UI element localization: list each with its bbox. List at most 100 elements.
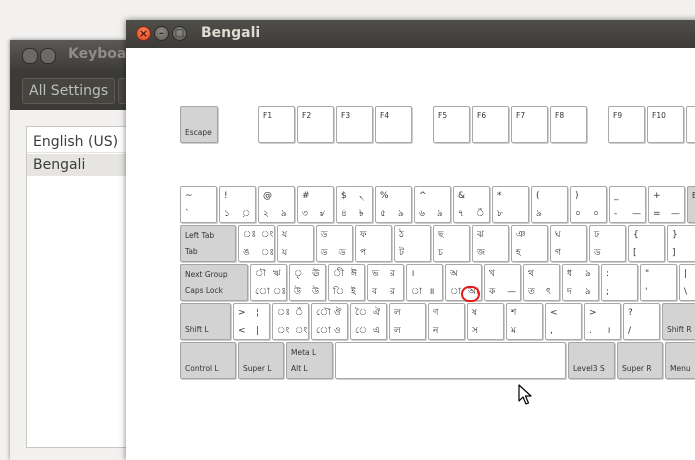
key-label: Meta L (291, 348, 317, 357)
key-backspace[interactable]: Ba (687, 186, 695, 223)
key-glyph: ৩ (302, 209, 308, 219)
key-0[interactable]: ) ০ ০ (570, 186, 607, 223)
background-close-icon[interactable] (22, 48, 38, 64)
key-glyph: ৯ (281, 209, 287, 219)
key-super-left[interactable]: Super L (238, 342, 284, 379)
key-super-right[interactable]: Super R (617, 342, 663, 379)
key-caps-lock[interactable]: Next Group Caps Lock (180, 264, 248, 301)
key-menu[interactable]: Menu (665, 342, 695, 379)
key-equals[interactable]: + = — (648, 186, 685, 223)
key-control-left[interactable]: Control L (180, 342, 236, 379)
maximize-icon[interactable]: □ (172, 26, 187, 41)
key-6[interactable]: ^ ৬ ৯ (414, 186, 451, 223)
key-7[interactable]: & ৭ ঁ (453, 186, 490, 223)
background-minimize-icon[interactable] (40, 48, 56, 64)
key-less-than[interactable]: > ¦ < | (233, 303, 270, 340)
key-k[interactable]: থ ত ৎ (523, 264, 560, 301)
key-9[interactable]: ( ৯ (531, 186, 568, 223)
key-shift-left[interactable]: Shift L (180, 303, 231, 340)
key-glyph: খ (489, 269, 495, 279)
minimize-icon[interactable]: – (154, 26, 169, 41)
key-f9[interactable]: F9 (608, 106, 645, 143)
key-glyph: ৯ (536, 209, 542, 219)
key-label: Left Tab (185, 231, 215, 240)
key-w[interactable]: য য (277, 225, 314, 262)
key-p[interactable]: ঢ ড (589, 225, 626, 262)
key-2[interactable]: @ ২ ৯ (258, 186, 295, 223)
key-glyph: ¦ (256, 308, 260, 318)
key-t[interactable]: ঠ ট (394, 225, 431, 262)
key-z[interactable]: ঃ ঁ ং ং (272, 303, 309, 340)
key-f5[interactable]: F5 (433, 106, 470, 143)
key-alt-left[interactable]: Meta L Alt L (286, 342, 333, 379)
key-glyph: ৈ (355, 308, 368, 318)
key-i[interactable]: ঞ হ (511, 225, 548, 262)
key-c[interactable]: ৈ ঐ ে এ (350, 303, 387, 340)
key-m[interactable]: শ ম (506, 303, 543, 340)
key-y[interactable]: ছ চ (433, 225, 470, 262)
key-5[interactable]: % ৫ ৯ (375, 186, 412, 223)
key-space[interactable] (335, 342, 566, 379)
key-f1[interactable]: F1 (258, 106, 295, 143)
key-d[interactable]: ী ঈ ি ই (328, 264, 365, 301)
key-grave[interactable]: ~ ` (180, 186, 217, 223)
all-settings-button[interactable]: All Settings (22, 78, 116, 104)
key-j[interactable]: খ ক — (484, 264, 521, 301)
key-glyph: # (302, 191, 310, 201)
key-minus[interactable]: _ - — (609, 186, 646, 223)
key-glyph: া (411, 287, 423, 297)
key-f10[interactable]: F10 (647, 106, 684, 143)
key-8[interactable]: * ৮ (492, 186, 529, 223)
key-b[interactable]: ণ ন (428, 303, 465, 340)
key-label: F2 (302, 111, 312, 120)
key-escape[interactable]: Escape (180, 106, 218, 143)
key-level3-shift[interactable]: Level3 S (568, 342, 615, 379)
key-glyph: > (238, 308, 246, 318)
key-shift-right[interactable]: Shift R (662, 303, 695, 340)
key-f[interactable]: ভ র ব র (367, 264, 404, 301)
key-x[interactable]: ৌ ঔ ো ও (311, 303, 348, 340)
key-label: Escape (185, 128, 212, 137)
key-glyph: ঁ (476, 209, 485, 219)
key-o[interactable]: ঘ গ (550, 225, 587, 262)
key-bracket-right[interactable]: } ] (667, 225, 695, 262)
key-glyph: ৎ (546, 287, 551, 297)
key-a[interactable]: ৗ ঋ ো ঃ (250, 264, 287, 301)
key-f6[interactable]: F6 (472, 106, 509, 143)
key-f7[interactable]: F7 (511, 106, 548, 143)
key-f4[interactable]: F4 (375, 106, 412, 143)
close-icon[interactable]: × (136, 26, 151, 41)
key-n[interactable]: ষ স (467, 303, 504, 340)
key-slash[interactable]: ? / (623, 303, 660, 340)
key-label: F1 (263, 111, 273, 120)
key-glyph: - (614, 209, 618, 219)
key-period[interactable]: > . । (584, 303, 621, 340)
key-backslash[interactable]: | \ (679, 264, 695, 301)
key-q[interactable]: ঃ ং ঙ ঃ (238, 225, 275, 262)
key-4[interactable]: $ ৲ ৪ ৳ (336, 186, 373, 223)
key-l[interactable]: ধ ৯ দ ৯ (562, 264, 599, 301)
key-r[interactable]: ফ প (355, 225, 392, 262)
key-apostrophe[interactable]: " ' (640, 264, 677, 301)
key-tab[interactable]: Left Tab Tab (180, 225, 236, 262)
key-glyph: চ (438, 248, 443, 258)
key-e[interactable]: ড ড ড (316, 225, 353, 262)
key-f2[interactable]: F2 (297, 106, 334, 143)
key-u[interactable]: ঝ জ (472, 225, 509, 262)
key-f8[interactable]: F8 (550, 106, 587, 143)
key-3[interactable]: # ৩ ৶ (297, 186, 334, 223)
key-s[interactable]: ৃ ঊ উ উ (289, 264, 326, 301)
key-glyph: ঢ (594, 230, 600, 240)
window-titlebar[interactable]: × – □ Bengali (126, 20, 695, 48)
key-glyph: ' (645, 287, 648, 297)
key-1[interactable]: ! ১ ় (219, 186, 256, 223)
key-f3[interactable]: F3 (336, 106, 373, 143)
key-glyph: — (671, 209, 680, 219)
key-v[interactable]: ল ল (389, 303, 426, 340)
key-glyph: জ (477, 248, 486, 258)
key-semicolon[interactable]: : ; (601, 264, 638, 301)
key-g[interactable]: । া ॥ (406, 264, 443, 301)
key-bracket-left[interactable]: { [ (628, 225, 665, 262)
key-comma[interactable]: < , (545, 303, 582, 340)
key-f11[interactable] (686, 106, 695, 143)
